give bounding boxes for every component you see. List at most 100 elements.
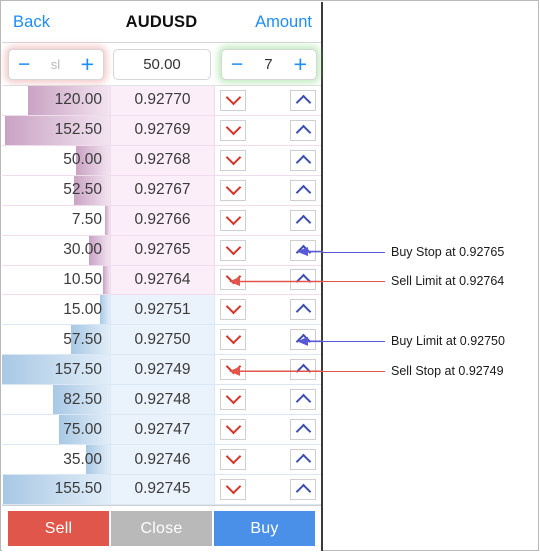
sell-button[interactable]: Sell xyxy=(8,511,109,546)
price-cell[interactable]: 0.92747 xyxy=(110,415,214,445)
sell-order-button[interactable] xyxy=(220,149,246,171)
quantity-decrement-button[interactable]: − xyxy=(222,54,252,75)
depth-row: 155.50 0.92745 xyxy=(2,474,321,505)
volume-cell: 157.50 xyxy=(2,355,110,385)
depth-row: 57.50 0.92750 xyxy=(2,325,321,356)
buy-order-button[interactable] xyxy=(290,419,316,441)
quantity-increment-button[interactable]: + xyxy=(285,52,316,76)
price-cell[interactable]: 0.92750 xyxy=(110,325,214,355)
depth-row: 50.00 0.92768 xyxy=(2,145,321,176)
price-cell[interactable]: 0.92746 xyxy=(110,445,214,474)
depth-row: 10.50 0.92764 xyxy=(2,265,321,296)
buy-order-button[interactable] xyxy=(290,269,316,291)
quantity-value: 7 xyxy=(264,55,273,73)
chevron-down-icon xyxy=(225,478,241,495)
volume-value: 7.50 xyxy=(71,211,102,229)
price-cell[interactable]: 0.92768 xyxy=(110,145,214,175)
price-cell[interactable]: 0.92769 xyxy=(110,115,214,145)
price-cell[interactable]: 0.92766 xyxy=(110,205,214,235)
volume-cell: 57.50 xyxy=(2,325,110,355)
amount-value-field[interactable]: 50.00 xyxy=(113,48,211,80)
depth-row: 152.50 0.92769 xyxy=(2,115,321,146)
buy-order-button[interactable] xyxy=(290,478,316,500)
chevron-down-icon xyxy=(225,269,241,285)
chevron-down-icon xyxy=(225,448,241,465)
stop-loss-stepper[interactable]: − sl + xyxy=(8,48,104,80)
annotation-label: Buy Stop at 0.92765 xyxy=(391,244,505,259)
sell-order-button[interactable] xyxy=(220,478,246,500)
sl-decrement-button[interactable]: − xyxy=(9,54,39,75)
buy-order-button[interactable] xyxy=(290,359,316,381)
annotation-layer: Buy Stop at 0.92765 Sell Limit at 0.92764… xyxy=(323,1,540,552)
sell-order-button[interactable] xyxy=(220,358,246,381)
order-buttons-cell xyxy=(214,295,321,325)
buy-order-button[interactable] xyxy=(290,299,316,321)
volume-value: 10.50 xyxy=(63,270,102,288)
quantity-stepper[interactable]: − 7 + xyxy=(221,48,317,80)
sell-order-button[interactable] xyxy=(220,388,246,411)
volume-value: 120.00 xyxy=(54,91,102,109)
sell-order-button[interactable] xyxy=(220,418,246,441)
chevron-down-icon xyxy=(225,329,241,345)
sell-order-button[interactable] xyxy=(220,239,246,261)
chevron-up-icon xyxy=(295,304,311,320)
buy-order-button[interactable] xyxy=(290,149,316,171)
price-cell[interactable]: 0.92749 xyxy=(110,355,214,385)
amount-button[interactable]: Amount xyxy=(255,13,312,32)
volume-cell: 50.00 xyxy=(2,145,110,175)
back-button[interactable]: Back xyxy=(13,13,50,32)
volume-cell: 152.50 xyxy=(2,115,110,145)
buy-order-button[interactable] xyxy=(290,389,316,411)
chevron-up-icon xyxy=(295,244,311,260)
chevron-up-icon xyxy=(295,483,311,500)
price-cell[interactable]: 0.92745 xyxy=(110,474,214,504)
volume-cell: 52.50 xyxy=(2,175,110,205)
sell-order-button[interactable] xyxy=(220,179,246,201)
order-buttons-cell xyxy=(214,474,321,504)
sl-increment-button[interactable]: + xyxy=(72,52,103,76)
trading-app-panel: Back AUDUSD Amount − sl + 50.00 − 7 + 12… xyxy=(2,2,323,551)
chevron-up-icon xyxy=(295,423,311,440)
sell-order-button[interactable] xyxy=(220,299,246,321)
sell-order-button[interactable] xyxy=(220,119,246,141)
buy-order-button[interactable] xyxy=(290,119,316,141)
close-button[interactable]: Close xyxy=(111,511,212,546)
volume-value: 57.50 xyxy=(63,330,102,348)
price-cell[interactable]: 0.92767 xyxy=(110,175,214,205)
sell-order-button[interactable] xyxy=(220,89,246,111)
price-cell[interactable]: 0.92770 xyxy=(110,86,214,115)
volume-cell: 120.00 xyxy=(2,86,110,115)
buy-order-button[interactable] xyxy=(290,329,316,351)
buy-order-button[interactable] xyxy=(290,239,316,261)
volume-value: 82.50 xyxy=(63,390,102,408)
depth-row: 157.50 0.92749 xyxy=(2,355,321,386)
market-depth-table: 120.00 0.92770 152.50 0.92769 50.00 0.92768 52… xyxy=(2,86,321,505)
price-cell[interactable]: 0.92748 xyxy=(110,385,214,415)
sell-order-button[interactable] xyxy=(220,329,246,351)
buy-button[interactable]: Buy xyxy=(214,511,315,546)
buy-order-button[interactable] xyxy=(290,449,316,471)
price-cell[interactable]: 0.92764 xyxy=(110,265,214,295)
price-cell[interactable]: 0.92751 xyxy=(110,295,214,325)
sell-order-button[interactable] xyxy=(220,209,246,231)
sell-order-button[interactable] xyxy=(220,269,246,291)
depth-row: 120.00 0.92770 xyxy=(2,86,321,116)
volume-value: 15.00 xyxy=(63,300,102,318)
nav-bar: Back AUDUSD Amount xyxy=(2,2,321,43)
order-buttons-cell xyxy=(214,235,321,265)
price-cell[interactable]: 0.92765 xyxy=(110,235,214,265)
action-bar: Sell Close Buy xyxy=(2,505,321,551)
chevron-up-icon xyxy=(295,154,311,171)
screenshot-root: Back AUDUSD Amount − sl + 50.00 − 7 + 12… xyxy=(0,0,539,551)
buy-order-button[interactable] xyxy=(290,179,316,201)
buy-order-button[interactable] xyxy=(290,89,316,111)
chevron-up-icon xyxy=(295,184,311,200)
buy-order-button[interactable] xyxy=(290,209,316,231)
volume-cell: 10.50 xyxy=(2,265,110,295)
depth-row: 7.50 0.92766 xyxy=(2,205,321,236)
sell-order-button[interactable] xyxy=(220,448,246,471)
chevron-down-icon xyxy=(225,179,241,195)
chevron-down-icon xyxy=(225,388,241,405)
annotation-line xyxy=(323,251,385,253)
order-buttons-cell xyxy=(214,145,321,175)
